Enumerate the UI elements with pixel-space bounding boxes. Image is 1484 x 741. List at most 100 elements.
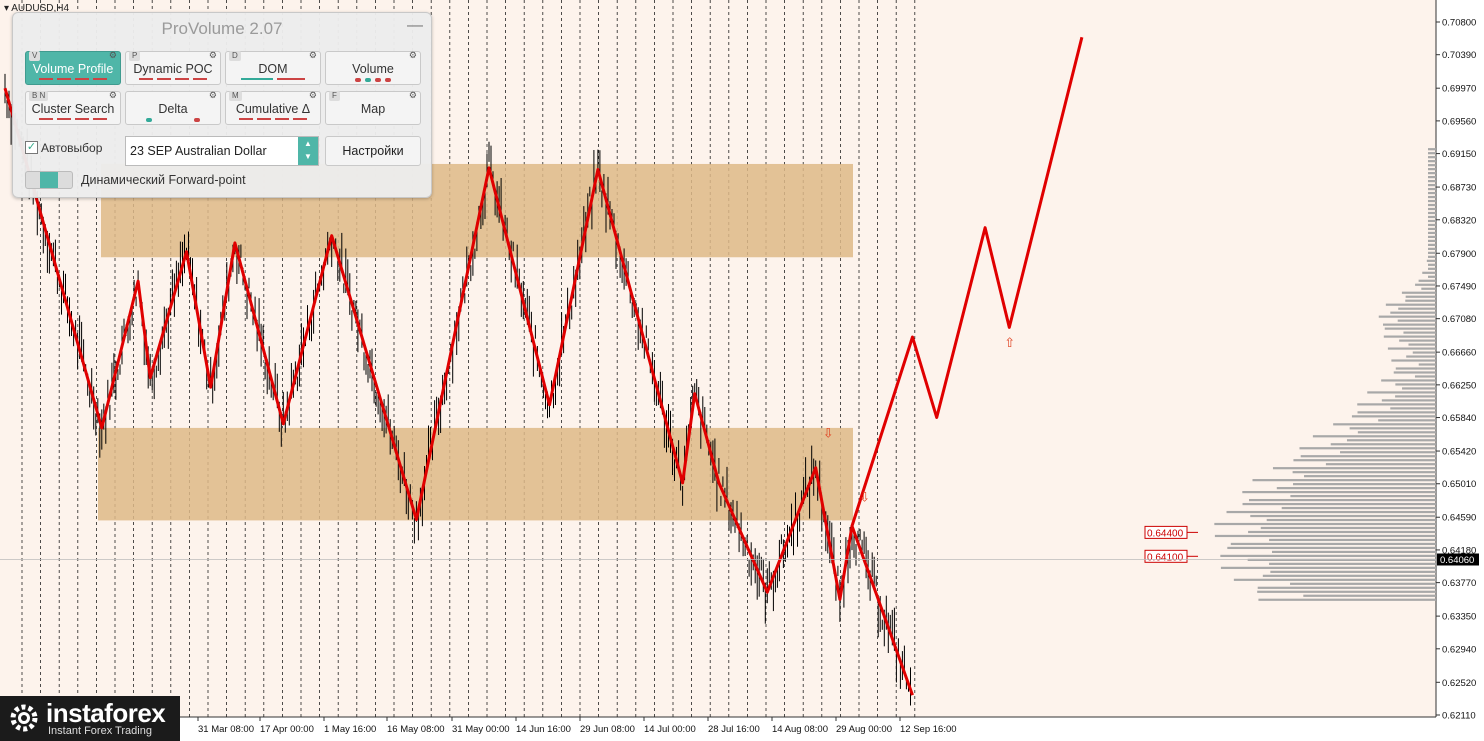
profile-row <box>1233 578 1436 581</box>
current-price-label: 0.64060 <box>1440 555 1474 566</box>
profile-row <box>1381 379 1436 382</box>
price-tick-label: 0.66250 <box>1442 380 1476 391</box>
profile-row <box>1428 183 1436 187</box>
profile-row <box>1428 195 1436 199</box>
profile-row <box>1257 586 1436 589</box>
profile-row <box>1249 498 1436 502</box>
profile-row <box>1399 339 1436 342</box>
price-tick-label: 0.62520 <box>1442 678 1476 689</box>
profile-row <box>1428 168 1436 171</box>
profile-row <box>1257 590 1436 593</box>
profile-row <box>1272 467 1436 470</box>
dynamic-poc-button[interactable]: P ⚙ Dynamic POC <box>125 50 221 85</box>
profile-row <box>1401 291 1436 294</box>
price-tick-label: 0.69150 <box>1442 149 1476 160</box>
checkmark-icon[interactable]: ✓ <box>25 141 38 155</box>
profile-row <box>1428 251 1436 254</box>
profile-row <box>1428 239 1436 243</box>
gear-icon[interactable]: ⚙ <box>109 90 117 100</box>
support-zone <box>98 427 853 521</box>
indicator-dots <box>232 78 314 81</box>
price-tick-label: 0.65420 <box>1442 447 1476 458</box>
profile-row <box>1405 299 1436 302</box>
profile-row <box>1402 387 1436 390</box>
profile-row <box>1269 562 1436 565</box>
profile-row <box>1428 164 1436 167</box>
auto-select-label: Автовыбор <box>41 141 103 155</box>
profile-row <box>1292 471 1436 474</box>
price-tick-label: 0.62110 <box>1442 711 1476 722</box>
price-tick-label: 0.65840 <box>1442 413 1476 424</box>
price-tick-label: 0.68730 <box>1442 183 1476 194</box>
indicator-dots <box>132 118 214 122</box>
forward-point-toggle[interactable] <box>25 171 73 189</box>
gear-icon[interactable]: ⚙ <box>309 50 317 60</box>
profile-row <box>1428 156 1436 159</box>
gear-icon[interactable]: ⚙ <box>109 50 117 60</box>
profile-row <box>1340 451 1436 454</box>
gear-icon[interactable]: ⚙ <box>409 90 417 100</box>
button-label: Dynamic POC <box>133 62 213 76</box>
gear-icon[interactable]: ⚙ <box>309 90 317 100</box>
button-label: Volume <box>352 62 394 76</box>
map-button[interactable]: F ⚙ Map <box>325 90 421 125</box>
profile-row <box>1220 566 1436 569</box>
hotkey-badge: V <box>29 51 41 61</box>
profile-row <box>1349 427 1436 430</box>
profile-row <box>1378 419 1436 422</box>
profile-row <box>1266 518 1436 522</box>
button-label: Cluster Search <box>31 102 115 116</box>
indicator-dots <box>32 78 114 81</box>
profile-row <box>1428 203 1436 207</box>
profile-row <box>1303 594 1436 597</box>
price-tick-label: 0.63350 <box>1442 612 1476 623</box>
spinner-arrows-icon[interactable]: ▲ ▼ <box>298 137 318 165</box>
profile-row <box>1357 403 1436 406</box>
profile-row <box>1214 522 1436 526</box>
profile-row <box>1428 231 1436 235</box>
hotkey-badge: D <box>229 51 241 61</box>
gear-icon[interactable]: ⚙ <box>409 50 417 60</box>
profile-row <box>1428 176 1436 179</box>
profile-row <box>1260 526 1436 530</box>
profile-row <box>1269 538 1436 542</box>
profile-row <box>1382 323 1436 326</box>
hotkey-badge: P <box>129 51 141 61</box>
gear-icon[interactable]: ⚙ <box>209 50 217 60</box>
profile-row <box>1242 491 1436 494</box>
arrow-up-icon: ⇧ <box>1004 336 1015 351</box>
profile-row <box>1258 598 1436 601</box>
settings-button[interactable]: Настройки <box>325 136 421 166</box>
profile-row <box>1276 487 1436 490</box>
profile-row <box>1415 283 1436 286</box>
profile-row <box>1385 303 1436 306</box>
profile-row <box>1428 275 1436 278</box>
profile-row <box>1290 494 1436 498</box>
dom-button[interactable]: D ⚙ DOM <box>225 50 321 85</box>
time-tick-label: 1 May 16:00 <box>324 724 376 735</box>
volume-button[interactable]: ⚙ Volume <box>325 50 421 85</box>
profile-row <box>1333 423 1436 426</box>
cluster-search-button[interactable]: B N ⚙ Cluster Search <box>25 90 121 125</box>
profile-row <box>1421 287 1436 290</box>
instrument-select[interactable]: 23 SEP Australian Dollar ▲ ▼ <box>125 136 319 166</box>
profile-row <box>1384 327 1436 330</box>
price-tick-label: 0.66660 <box>1442 348 1476 359</box>
profile-row <box>1357 431 1436 434</box>
profile-row <box>1281 506 1436 510</box>
profile-row <box>1403 331 1436 334</box>
indicator-dots <box>32 118 114 121</box>
profile-row <box>1428 172 1436 175</box>
profile-row <box>1428 263 1436 266</box>
indicator-dots <box>132 78 214 81</box>
delta-button[interactable]: ⚙ Delta <box>125 90 221 125</box>
profile-row <box>1346 439 1436 442</box>
minimize-button[interactable]: — <box>407 17 423 35</box>
volume-profile-button[interactable]: V ⚙ Volume Profile <box>25 50 121 85</box>
gear-icon[interactable]: ⚙ <box>209 90 217 100</box>
auto-select-checkbox[interactable]: ✓ Автовыбор <box>25 141 102 155</box>
instaforex-logo: instaforex Instant Forex Trading <box>0 696 180 741</box>
logo-tagline: Instant Forex Trading <box>48 725 152 737</box>
cumulative-delta-button[interactable]: M ⚙ Cumulative Δ <box>225 90 321 125</box>
profile-row <box>1398 307 1436 310</box>
